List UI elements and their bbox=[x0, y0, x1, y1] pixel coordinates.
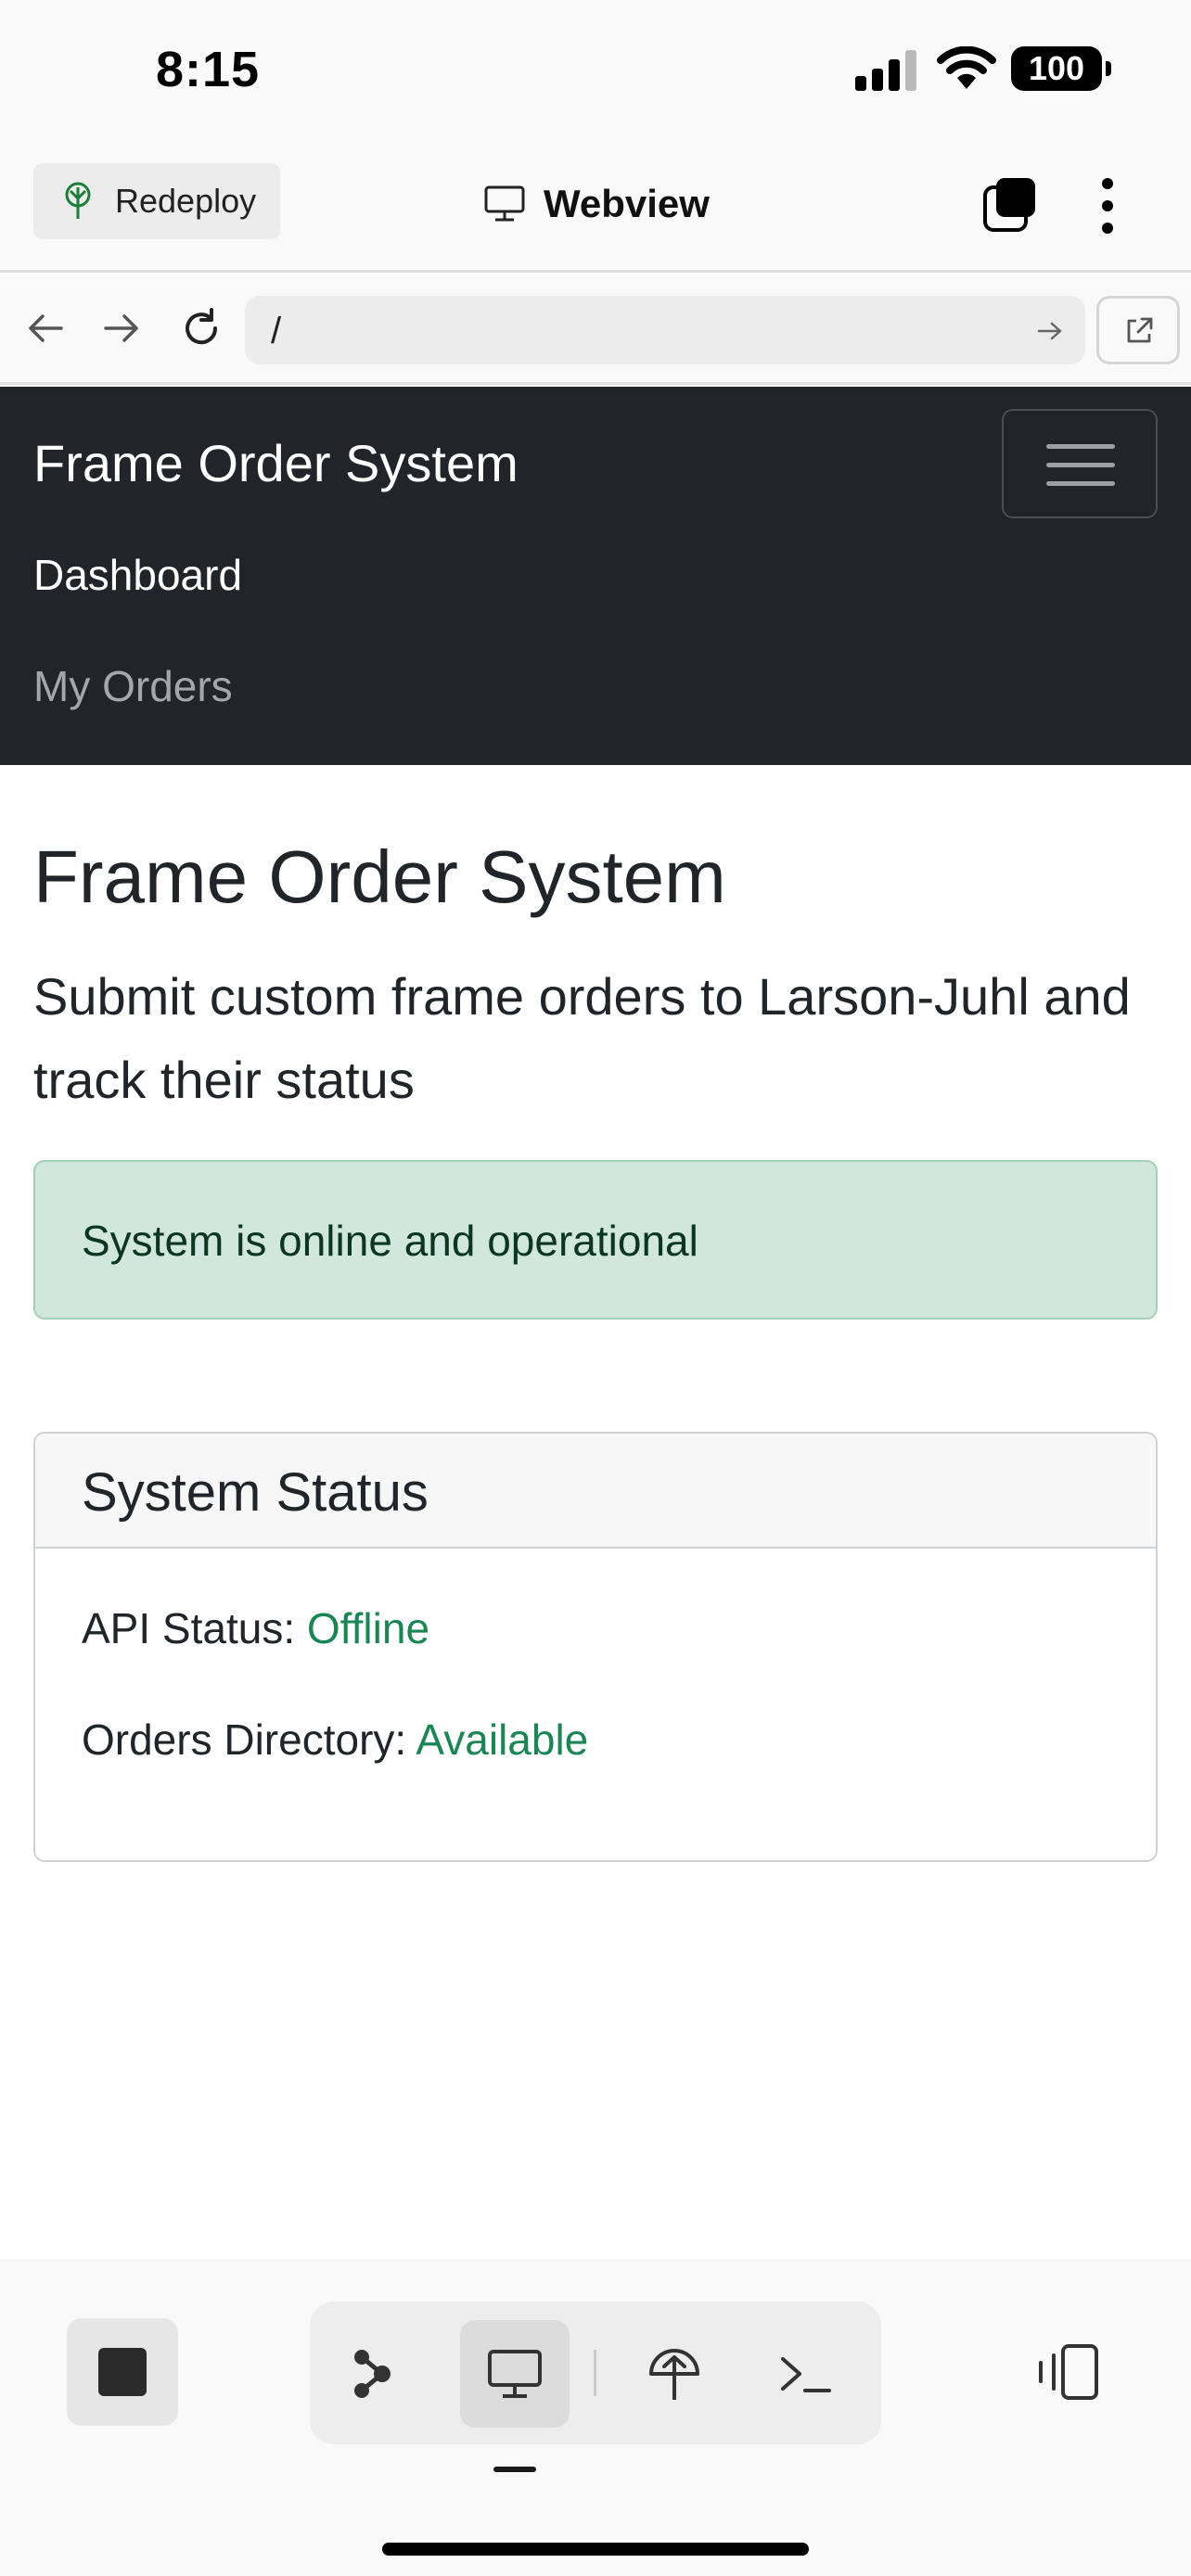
monitor-icon bbox=[484, 185, 525, 222]
app-header: Redeploy Webview bbox=[0, 148, 1191, 273]
page-lead: Submit custom frame orders to Larson-Juh… bbox=[33, 967, 1131, 1109]
status-label: Orders Directory: bbox=[82, 1715, 407, 1764]
cellular-signal-icon bbox=[855, 50, 916, 91]
webview-tab-button[interactable] bbox=[460, 2320, 570, 2428]
status-time: 8:15 bbox=[156, 42, 261, 97]
git-graph-icon bbox=[354, 2350, 391, 2398]
card-title: System Status bbox=[82, 1462, 429, 1523]
panel-toggle-icon[interactable] bbox=[1035, 2342, 1100, 2402]
orders-directory-row: Orders Directory: Available bbox=[82, 1715, 588, 1765]
status-value: Available bbox=[416, 1715, 589, 1764]
url-bar: / bbox=[0, 275, 1191, 385]
arrow-left-icon[interactable] bbox=[24, 307, 67, 350]
alert-text: System is online and operational bbox=[82, 1217, 698, 1265]
stop-button[interactable] bbox=[67, 2318, 178, 2426]
site-navbar: Frame Order System Dashboard My Orders bbox=[0, 387, 1191, 765]
go-arrow-icon[interactable] bbox=[1035, 316, 1065, 346]
deploy-icon bbox=[649, 2349, 699, 2400]
open-external-button[interactable] bbox=[1096, 296, 1180, 364]
arrow-right-icon[interactable] bbox=[100, 307, 143, 350]
navbar-brand[interactable]: Frame Order System bbox=[33, 433, 519, 493]
status-label: API Status: bbox=[82, 1604, 296, 1652]
url-input[interactable]: / bbox=[245, 296, 1085, 364]
git-graph-button[interactable] bbox=[319, 2320, 429, 2428]
api-status-row: API Status: Offline bbox=[82, 1603, 429, 1653]
deploy-button[interactable] bbox=[620, 2320, 729, 2428]
system-status-card: System Status API Status: Offline Orders… bbox=[33, 1432, 1158, 1862]
active-tab-indicator bbox=[493, 2467, 536, 2472]
kebab-icon[interactable] bbox=[1089, 176, 1126, 236]
reload-icon[interactable] bbox=[180, 307, 223, 350]
terminal-icon bbox=[781, 2357, 831, 2392]
deploy-tree-icon bbox=[65, 182, 91, 219]
battery-icon: 100 bbox=[1011, 46, 1111, 91]
system-alert: System is online and operational bbox=[33, 1160, 1158, 1320]
tool-switcher bbox=[310, 2302, 881, 2444]
shell-button[interactable] bbox=[751, 2320, 861, 2428]
status-value: Offline bbox=[306, 1604, 430, 1652]
tabs-icon[interactable] bbox=[981, 176, 1039, 234]
redeploy-button[interactable]: Redeploy bbox=[33, 163, 280, 239]
monitor-icon bbox=[488, 2350, 542, 2398]
nav-link-dashboard[interactable]: Dashboard bbox=[33, 550, 242, 600]
status-bar: 8:15 100 bbox=[0, 0, 1191, 148]
page-title: Frame Order System bbox=[33, 835, 726, 918]
bottom-toolbar bbox=[0, 2259, 1191, 2576]
external-link-icon bbox=[1127, 317, 1153, 343]
card-header: System Status bbox=[35, 1434, 1156, 1549]
webview-title: Webview bbox=[484, 176, 710, 232]
home-indicator bbox=[382, 2543, 809, 2556]
nav-link-my-orders[interactable]: My Orders bbox=[33, 661, 233, 711]
navbar-toggler-button[interactable] bbox=[1002, 409, 1158, 518]
wifi-icon bbox=[937, 46, 996, 89]
redeploy-label: Redeploy bbox=[115, 182, 257, 220]
divider bbox=[594, 2350, 596, 2396]
webview-title-label: Webview bbox=[544, 182, 710, 225]
url-path: / bbox=[271, 311, 282, 351]
